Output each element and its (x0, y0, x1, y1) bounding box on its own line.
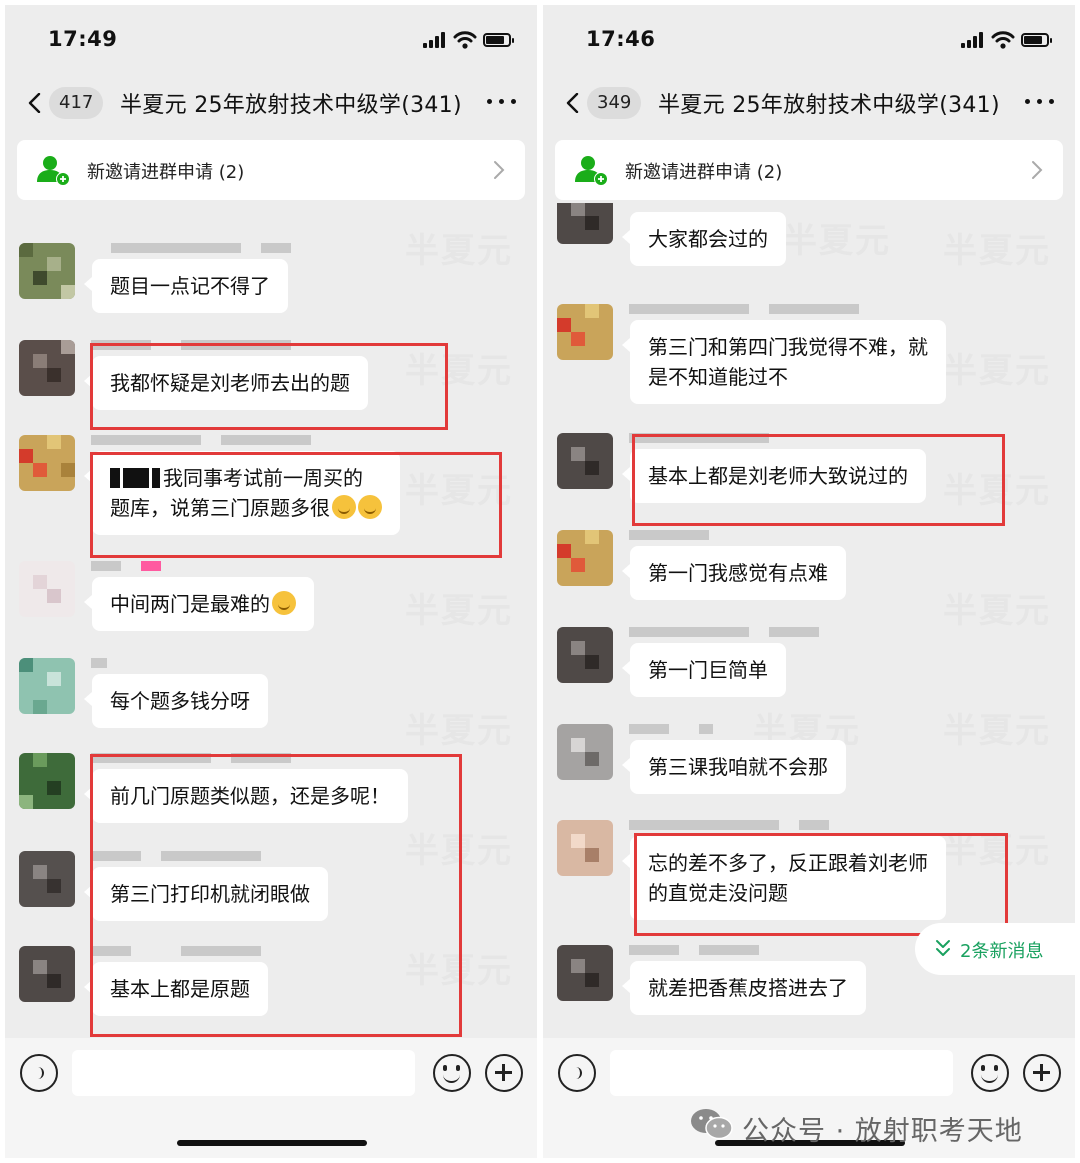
status-icons (415, 30, 515, 50)
message-line: 中间两门是最难的 (110, 592, 270, 616)
avatar[interactable] (19, 946, 75, 1002)
message-bubble[interactable]: 每个题多钱分呀 (84, 674, 268, 728)
message-list[interactable]: 半夏元 半夏元 半夏元 半夏元 半夏元 半夏元 半夏元 题目一点记不得了 我都怀… (5, 203, 537, 1038)
status-bar: 17:46 (543, 5, 1075, 67)
message-input[interactable] (610, 1050, 953, 1096)
invite-request-banner[interactable]: 新邀请进群申请 (2) (17, 140, 525, 200)
highlight-box (90, 754, 462, 1037)
more-actions-button[interactable] (1023, 1054, 1061, 1092)
more-options-button[interactable] (487, 93, 517, 111)
new-messages-button[interactable]: 2条新消息 (915, 923, 1075, 975)
group-title: 半夏元 25年放射技术中级学(341) (658, 93, 998, 118)
unread-count-badge: 417 (49, 87, 104, 119)
message-line: 第三门和第四门我觉得不难，就 (648, 335, 928, 359)
sad-emoji-icon (272, 591, 296, 615)
status-time: 17:49 (48, 27, 118, 51)
wifi-icon (991, 31, 1015, 49)
message-input[interactable] (72, 1050, 415, 1096)
message-list[interactable]: 半夏元 半夏元 半夏元 半夏元 半夏元 半夏元 半夏元 半夏元 大家都会过的 第… (543, 203, 1075, 1038)
back-button[interactable]: 417 (23, 85, 113, 121)
highlight-box (90, 452, 502, 558)
battery-icon (483, 33, 514, 47)
more-options-button[interactable] (1025, 93, 1055, 111)
message-bubble[interactable]: 中间两门是最难的 (84, 577, 314, 631)
voice-input-button[interactable] (20, 1054, 58, 1092)
chevron-left-icon (28, 93, 41, 113)
wifi-icon (453, 31, 477, 49)
avatar[interactable] (557, 945, 613, 1001)
invite-banner-text: 新邀请进群申请 (2) (625, 162, 783, 183)
footer-text: 公众号 · 放射职考天地 (742, 1116, 1023, 1147)
message-bubble[interactable]: 第三门和第四门我觉得不难，就 是不知道能过不 (622, 320, 946, 404)
message-line: 是不知道能过不 (648, 365, 788, 389)
watermark: 半夏元 (405, 711, 513, 751)
avatar[interactable] (19, 561, 75, 617)
avatar[interactable] (557, 203, 613, 244)
avatar[interactable] (557, 627, 613, 683)
highlight-box (632, 434, 1005, 526)
avatar[interactable] (19, 851, 75, 907)
new-messages-label: 2条新消息 (960, 941, 1044, 962)
add-member-icon (575, 156, 608, 186)
watermark: 半夏元 (405, 591, 513, 631)
group-title: 半夏元 25年放射技术中级学(341) (120, 93, 460, 118)
message-bubble[interactable]: 就差把香蕉皮搭进去了 (622, 961, 866, 1015)
emoji-button[interactable] (433, 1054, 471, 1092)
message-bubble[interactable]: 第三课我咱就不会那 (622, 740, 846, 794)
avatar[interactable] (557, 724, 613, 780)
watermark: 半夏元 (943, 231, 1051, 271)
avatar[interactable] (557, 304, 613, 360)
message-bubble[interactable]: 大家都会过的 (622, 212, 786, 266)
avatar[interactable] (19, 243, 75, 299)
status-time: 17:46 (586, 27, 656, 51)
avatar[interactable] (557, 820, 613, 876)
wechat-official-account-footer: 公众号 · 放射职考天地 (690, 1105, 1070, 1147)
back-button[interactable]: 349 (561, 85, 651, 121)
battery-icon (1021, 33, 1052, 47)
voice-input-button[interactable] (558, 1054, 596, 1092)
more-actions-button[interactable] (485, 1054, 523, 1092)
avatar[interactable] (557, 433, 613, 489)
home-indicator (177, 1140, 367, 1146)
avatar[interactable] (19, 340, 75, 396)
invite-banner-text: 新邀请进群申请 (2) (87, 162, 245, 183)
chat-screen-left: 17:49 417 半夏元 25年放射技术中级学(341) 新邀请进群申请 (2… (5, 5, 537, 1158)
watermark: 半夏元 (943, 351, 1051, 391)
chat-header: 349 半夏元 25年放射技术中级学(341) (543, 67, 1075, 137)
chat-header: 417 半夏元 25年放射技术中级学(341) (5, 67, 537, 137)
watermark: 半夏元 (943, 711, 1051, 751)
invite-request-banner[interactable]: 新邀请进群申请 (2) (555, 140, 1063, 200)
message-bubble[interactable]: 第一门我感觉有点难 (622, 546, 846, 600)
input-bar (5, 1038, 537, 1158)
avatar[interactable] (19, 435, 75, 491)
wechat-logo-icon (691, 1109, 733, 1140)
emoji-button[interactable] (971, 1054, 1009, 1092)
message-bubble[interactable]: 题目一点记不得了 (84, 259, 288, 313)
signal-icon (961, 32, 985, 48)
chevron-left-icon (566, 93, 579, 113)
avatar[interactable] (19, 753, 75, 809)
chat-screen-right: 17:46 349 半夏元 25年放射技术中级学(341) 新邀请进群申请 (2… (543, 5, 1075, 1158)
unread-count-badge: 349 (587, 87, 642, 119)
status-icons (953, 30, 1053, 50)
watermark: 半夏元 (405, 231, 513, 271)
signal-icon (423, 32, 447, 48)
avatar[interactable] (19, 658, 75, 714)
chevron-right-icon (1032, 161, 1043, 179)
add-member-icon (37, 156, 70, 186)
chevron-right-icon (494, 161, 505, 179)
highlight-box (90, 343, 448, 430)
watermark: 半夏元 (783, 221, 891, 261)
status-bar: 17:49 (5, 5, 537, 67)
avatar[interactable] (557, 530, 613, 586)
watermark: 半夏元 (943, 591, 1051, 631)
message-bubble[interactable]: 第一门巨简单 (622, 643, 786, 697)
highlight-box (634, 833, 1008, 936)
double-chevron-down-icon (936, 940, 950, 956)
